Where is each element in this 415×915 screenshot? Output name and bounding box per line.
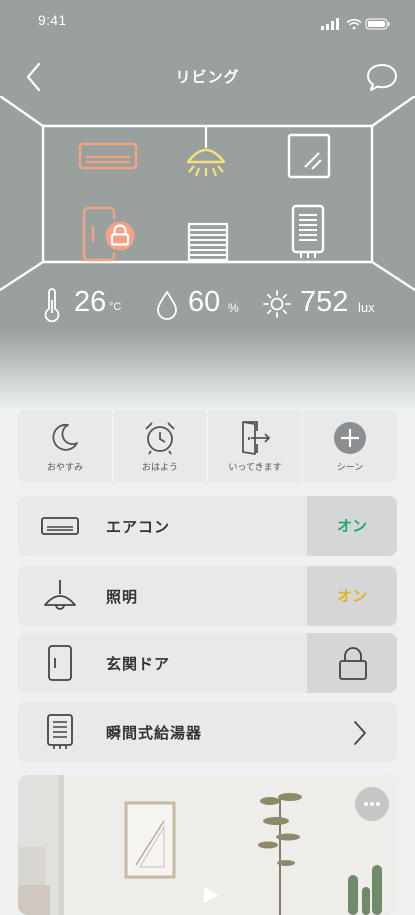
window-device[interactable]	[287, 133, 331, 183]
battery-icon	[365, 18, 390, 30]
more-icon	[364, 802, 380, 806]
scene-ohayou[interactable]: おはよう	[112, 410, 207, 482]
status-bar: 9:41	[0, 10, 415, 32]
blind-device[interactable]	[186, 222, 230, 266]
water-drop-icon	[157, 290, 177, 320]
chevron-right-icon	[354, 721, 366, 745]
status-icons	[321, 15, 391, 34]
sun-icon	[263, 290, 291, 318]
plus-circle-icon	[334, 422, 366, 454]
pendant-light-icon	[44, 580, 76, 610]
air-conditioner-icon	[41, 517, 79, 535]
aircon-status: オン	[336, 517, 367, 535]
moon-icon	[52, 423, 78, 451]
camera-preview[interactable]	[18, 775, 397, 915]
device-name: 玄関ドア	[106, 655, 171, 673]
ceiling-light-icon	[186, 126, 226, 177]
thermometer-icon	[44, 288, 60, 322]
device-row-water-heater[interactable]: 瞬間式給湯器	[18, 702, 397, 762]
scene-label: おはよう	[141, 463, 178, 473]
wifi-icon	[346, 18, 362, 30]
device-name: エアコン	[106, 518, 171, 536]
chat-bubble-icon	[367, 64, 397, 91]
door-icon	[48, 645, 72, 681]
illuminance-reading: 752 lux	[262, 284, 392, 324]
light-toggle-button[interactable]: オン	[307, 566, 397, 626]
illuminance-value: 752	[300, 286, 349, 318]
more-options-button[interactable]	[355, 787, 389, 821]
scene-oyasumi[interactable]: おやすみ	[18, 410, 112, 482]
water-heater-icon	[47, 714, 73, 749]
status-time: 9:41	[38, 12, 67, 28]
air-conditioner-icon	[78, 142, 138, 170]
door-exit-icon	[242, 421, 271, 455]
scene-label: おやすみ	[46, 463, 83, 473]
device-row-aircon[interactable]: エアコン オン	[18, 496, 397, 556]
aircon-toggle-button[interactable]: オン	[307, 496, 397, 556]
chat-button[interactable]	[365, 60, 399, 92]
temperature-reading: 26 °C	[44, 284, 154, 324]
hero-fade	[0, 330, 415, 410]
page-title: リビング	[175, 68, 240, 86]
door-lock-icon	[82, 206, 138, 262]
lock-icon	[339, 647, 367, 680]
environment-readout: 26 °C 60 % 752 lux	[0, 284, 415, 324]
humidity-reading: 60 %	[156, 284, 256, 324]
scene-ittekimasu[interactable]: いってきます	[207, 410, 302, 482]
signal-icon	[321, 18, 339, 30]
temperature-value: 26	[74, 286, 107, 318]
nav-bar: リビング	[0, 56, 415, 96]
camera-scene-image	[18, 775, 397, 915]
scene-bar: おやすみ おはよう いってきます シーン	[18, 410, 397, 482]
light-status: オン	[336, 587, 367, 605]
air-conditioner-device[interactable]	[78, 142, 138, 176]
blind-icon	[187, 222, 229, 262]
temperature-unit: °C	[109, 301, 122, 313]
illuminance-unit: lux	[358, 300, 375, 315]
device-row-light[interactable]: 照明 オン	[18, 566, 397, 626]
water-heater-device-icon	[291, 204, 325, 258]
water-heater-device[interactable]	[290, 204, 326, 264]
device-name: 瞬間式給湯器	[106, 724, 203, 742]
ceiling-light-device[interactable]	[182, 126, 230, 190]
alarm-clock-icon	[145, 422, 175, 455]
device-name: 照明	[106, 588, 139, 606]
device-row-door[interactable]: 玄関ドア	[18, 633, 397, 693]
scene-label: シーン	[336, 463, 364, 473]
door-lock-device[interactable]	[80, 206, 142, 268]
humidity-value: 60	[188, 286, 221, 318]
humidity-unit: %	[228, 301, 239, 315]
scene-label: いってきます	[228, 463, 282, 473]
scene-add[interactable]: シーン	[302, 410, 397, 482]
window-icon	[287, 133, 331, 179]
door-lock-button[interactable]	[307, 633, 397, 693]
